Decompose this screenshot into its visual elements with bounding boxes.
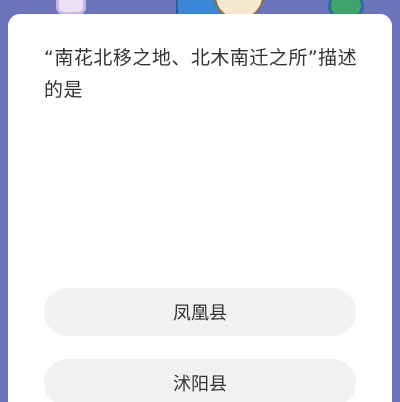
question-card: “南花北移之地、北木南迁之所”描述的是 凤凰县 沭阳县 xyxy=(8,14,392,402)
cup-icon xyxy=(56,0,86,15)
answer-option-2[interactable]: 沭阳县 xyxy=(44,359,356,402)
quiz-screen: “南花北移之地、北木南迁之所”描述的是 凤凰县 沭阳县 xyxy=(0,0,400,402)
answer-option-1[interactable]: 凤凰县 xyxy=(44,288,356,336)
question-text: “南花北移之地、北木南迁之所”描述的是 xyxy=(44,47,358,101)
